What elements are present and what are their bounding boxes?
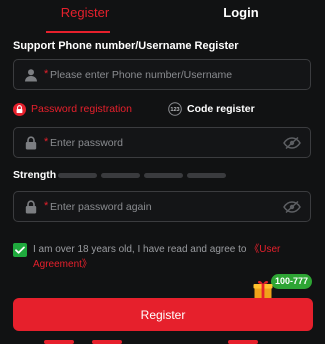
checkmark-icon: [15, 246, 25, 254]
user-icon: [25, 69, 37, 82]
active-tab-indicator: [46, 31, 110, 33]
required-mark: *: [44, 200, 49, 212]
promo-badge[interactable]: 100-777: [251, 270, 321, 300]
password-input[interactable]: [50, 133, 280, 153]
username-input[interactable]: [50, 65, 280, 85]
bottom-link[interactable]: [92, 340, 122, 344]
password-field[interactable]: *: [13, 127, 311, 158]
eye-closed-icon[interactable]: [283, 200, 301, 214]
register-section-title: Support Phone number/Username Register: [13, 40, 239, 52]
auth-tabs: Register Login: [0, 0, 325, 34]
agreement-checkbox[interactable]: [13, 243, 27, 257]
promo-badge-label: 100-777: [271, 274, 313, 289]
password-strength-meter: Strength: [13, 168, 313, 182]
register-submit-button[interactable]: Register: [13, 298, 313, 331]
lock-badge-icon: [13, 102, 26, 116]
code-register-option[interactable]: 123 Code register: [168, 101, 255, 117]
agreement-statement: I am over 18 years old, I have read and …: [33, 244, 250, 255]
strength-segment: [187, 173, 226, 178]
agreement-text: I am over 18 years old, I have read and …: [33, 242, 313, 272]
tab-register[interactable]: Register: [20, 0, 150, 34]
eye-closed-icon[interactable]: [283, 136, 301, 150]
confirm-password-field[interactable]: *: [13, 191, 311, 222]
strength-label: Strength: [13, 169, 57, 181]
required-mark: *: [44, 136, 49, 148]
required-mark: *: [44, 68, 49, 80]
username-field[interactable]: *: [13, 59, 311, 90]
strength-segment: [144, 173, 183, 178]
bottom-link[interactable]: [228, 340, 258, 344]
bottom-link[interactable]: [44, 340, 74, 344]
confirm-password-input[interactable]: [50, 197, 280, 217]
registration-mode-selector: Password registration 123 Code register: [13, 101, 313, 119]
gift-icon: [253, 280, 273, 299]
lock-icon: [25, 200, 37, 214]
strength-segment: [58, 173, 97, 178]
lock-icon: [25, 136, 37, 150]
svg-text:123: 123: [170, 107, 179, 113]
password-registration-option[interactable]: Password registration: [13, 101, 132, 117]
password-registration-label: Password registration: [31, 103, 132, 115]
tab-login[interactable]: Login: [176, 0, 306, 34]
strength-segment: [101, 173, 140, 178]
code-register-label: Code register: [187, 103, 255, 115]
code-123-icon: 123: [168, 102, 182, 117]
